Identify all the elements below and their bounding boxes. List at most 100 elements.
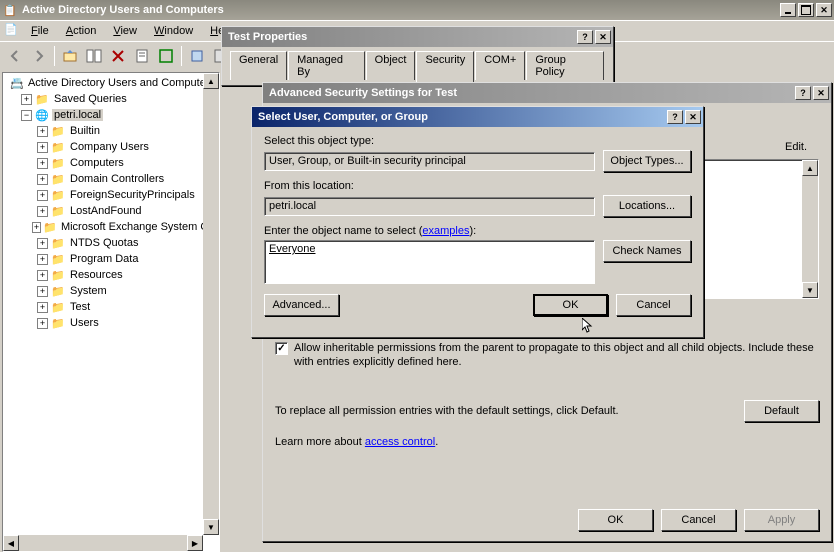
locations-button[interactable]: Locations... [603,195,691,217]
select-cancel-button[interactable]: Cancel [616,294,691,316]
tree-item[interactable]: +📁Resources [5,267,217,283]
tree-item[interactable]: −🌐petri.local [5,107,217,123]
tree-item[interactable]: +📁ForeignSecurityPrincipals [5,187,217,203]
expander-icon[interactable]: + [32,222,42,233]
tree-item[interactable]: +📁Microsoft Exchange System Ob [5,219,217,235]
filter-button[interactable] [186,45,208,67]
tree-item[interactable]: 📇Active Directory Users and Computers [5,75,217,91]
close-button[interactable] [816,3,832,17]
scroll-right-icon[interactable]: ▶ [187,535,203,551]
expander-icon[interactable]: + [37,206,48,217]
menu-window[interactable]: Window [146,23,201,39]
tree-vscroll[interactable]: ▲ ▼ [203,73,219,535]
tree-item[interactable]: +📁Users [5,315,217,331]
properties-close-button[interactable] [595,30,611,44]
properties-button[interactable] [131,45,153,67]
adv-apply-button[interactable]: Apply [744,509,819,531]
minimize-button[interactable] [780,3,796,17]
expander-icon[interactable]: + [37,318,48,329]
object-name-input[interactable]: Everyone [264,240,595,284]
scroll-down-icon[interactable]: ▼ [203,519,219,535]
select-close-button[interactable] [685,110,701,124]
tree-hscroll[interactable]: ◀ ▶ [3,535,203,551]
scroll-up-icon[interactable]: ▲ [802,160,818,176]
tree-icon: 📁 [50,236,66,250]
scroll-down-icon[interactable]: ▼ [802,282,818,298]
properties-titlebar[interactable]: Test Properties [222,27,613,47]
tab-com+[interactable]: COM+ [475,51,525,80]
refresh-button[interactable] [155,45,177,67]
expander-icon[interactable]: + [37,254,48,265]
access-control-link[interactable]: access control [365,436,435,448]
expander-icon[interactable]: + [37,286,48,297]
tree-item[interactable]: +📁Program Data [5,251,217,267]
maximize-button[interactable] [798,3,814,17]
tree-item[interactable]: +📁LostAndFound [5,203,217,219]
tab-managed-by[interactable]: Managed By [288,51,365,80]
show-hide-button[interactable] [83,45,105,67]
tree-item[interactable]: +📁Company Users [5,139,217,155]
advanced-button[interactable]: Advanced... [264,294,339,316]
inherit-checkbox[interactable] [275,342,288,355]
adv-ok-button[interactable]: OK [578,509,653,531]
tree-item[interactable]: +📁Domain Controllers [5,171,217,187]
tab-security[interactable]: Security [416,51,474,82]
adv-cancel-button[interactable]: Cancel [661,509,736,531]
learn-more-text: Learn more about [275,436,365,448]
tree-icon: 📁 [50,140,66,154]
menu-action[interactable]: Action [58,23,105,39]
select-title: Select User, Computer, or Group [254,111,667,123]
expander-icon[interactable]: − [21,110,32,121]
expander-icon[interactable]: + [37,190,48,201]
expander-icon[interactable]: + [37,126,48,137]
examples-link[interactable]: examples [422,225,469,237]
menu-file[interactable]: File [23,23,57,39]
tree-item[interactable]: +📁Saved Queries [5,91,217,107]
expander-icon[interactable]: + [37,142,48,153]
object-name-label: Enter the object name to select (example… [264,225,691,237]
tree-icon: 🌐 [34,108,50,122]
tree-label: Microsoft Exchange System Ob [59,221,217,233]
tree-label: Active Directory Users and Computers [26,77,217,89]
tree-label: System [68,285,109,297]
adv-help-button[interactable] [795,86,811,100]
tab-group-policy[interactable]: Group Policy [526,51,604,80]
check-names-button[interactable]: Check Names [603,240,691,262]
back-button[interactable] [4,45,26,67]
scroll-left-icon[interactable]: ◀ [3,535,19,551]
select-titlebar[interactable]: Select User, Computer, or Group [252,107,703,127]
tree-item[interactable]: +📁System [5,283,217,299]
tree-label: Builtin [68,125,102,137]
tree-icon: 📁 [50,252,66,266]
tree-item[interactable]: +📁NTDS Quotas [5,235,217,251]
select-ok-button[interactable]: OK [533,294,608,316]
listbox-vscroll[interactable]: ▲ ▼ [802,160,818,298]
up-button[interactable] [59,45,81,67]
menu-view[interactable]: View [105,23,145,39]
tree-item[interactable]: +📁Computers [5,155,217,171]
object-types-button[interactable]: Object Types... [603,150,691,172]
adv-close-button[interactable] [813,86,829,100]
expander-icon[interactable]: + [37,302,48,313]
tree-label: LostAndFound [68,205,144,217]
adv-title: Advanced Security Settings for Test [265,87,795,99]
tab-general[interactable]: General [230,51,287,80]
expander-icon[interactable]: + [37,270,48,281]
default-button[interactable]: Default [744,400,819,422]
adv-titlebar[interactable]: Advanced Security Settings for Test [263,83,831,103]
properties-help-button[interactable] [577,30,593,44]
console-icon: 📄 [4,23,22,39]
tab-object[interactable]: Object [366,51,416,80]
tree-label: Saved Queries [52,93,129,105]
tree-item[interactable]: +📁Test [5,299,217,315]
tree-item[interactable]: +📁Builtin [5,123,217,139]
select-help-button[interactable] [667,110,683,124]
expander-icon[interactable]: + [37,238,48,249]
tree-icon: 📁 [34,92,50,106]
forward-button[interactable] [28,45,50,67]
expander-icon[interactable]: + [37,174,48,185]
delete-button[interactable] [107,45,129,67]
expander-icon[interactable]: + [37,158,48,169]
expander-icon[interactable]: + [21,94,32,105]
scroll-up-icon[interactable]: ▲ [203,73,219,89]
